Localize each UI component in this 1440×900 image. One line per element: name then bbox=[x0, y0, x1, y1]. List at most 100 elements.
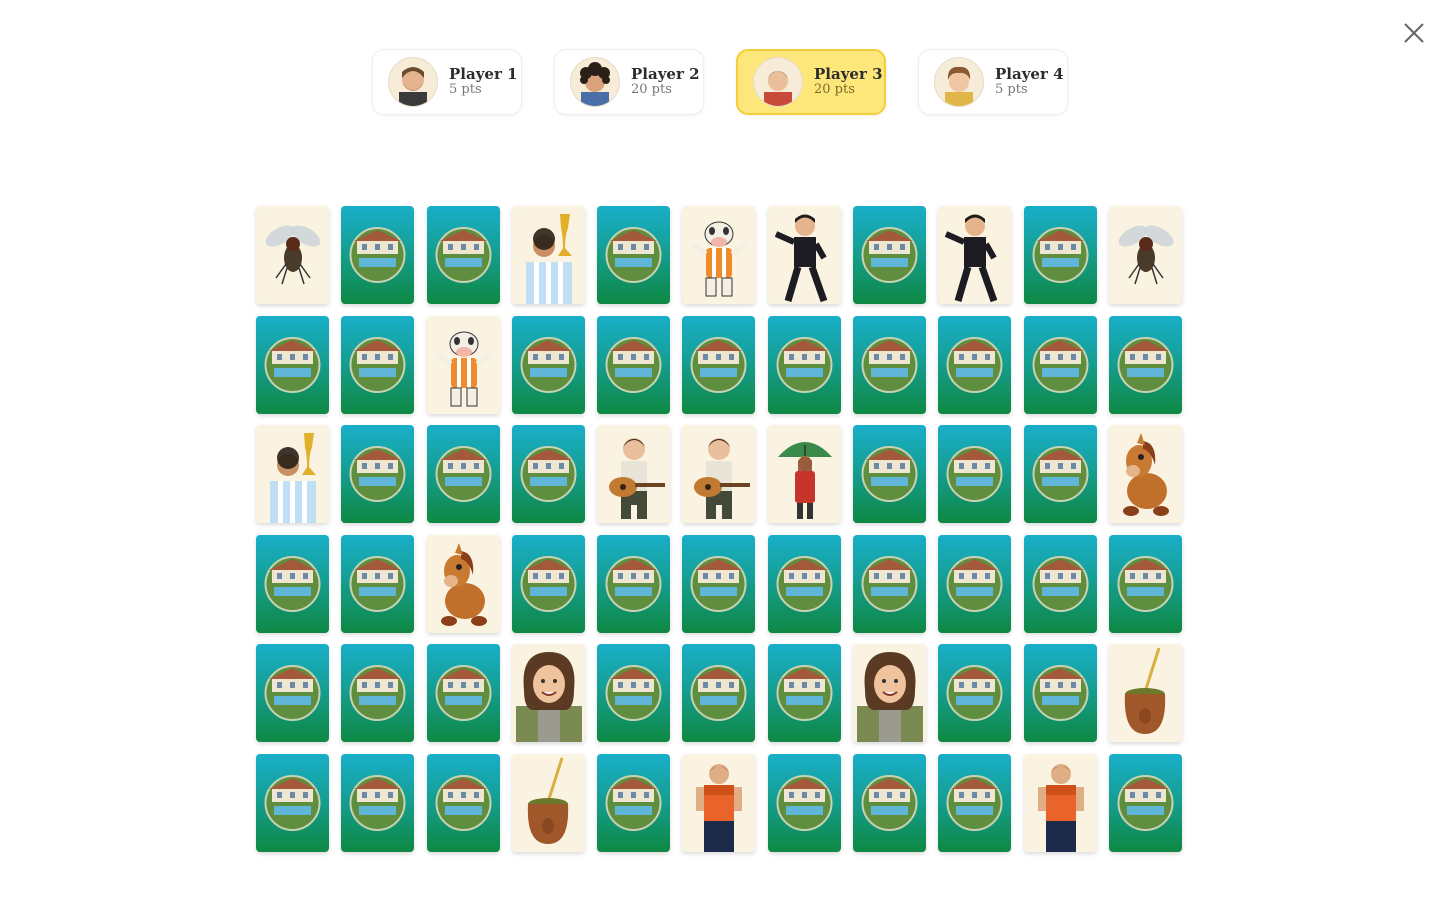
avatar bbox=[570, 57, 620, 107]
house-with-pool-icon bbox=[690, 336, 747, 393]
memory-card-basketball-player[interactable] bbox=[1023, 753, 1097, 852]
memory-card-face-down[interactable] bbox=[1023, 315, 1097, 414]
memory-card-face-down[interactable] bbox=[853, 315, 927, 414]
memory-card-face-down[interactable] bbox=[682, 534, 756, 633]
guitar-boy-icon bbox=[609, 438, 666, 520]
memory-card-face-down[interactable] bbox=[426, 425, 500, 524]
memory-card-guitar-boy[interactable] bbox=[597, 425, 671, 524]
memory-card-black-suit-man[interactable] bbox=[767, 206, 841, 304]
memory-card-face-down[interactable] bbox=[511, 534, 585, 633]
memory-card-face-down[interactable] bbox=[341, 753, 415, 852]
memory-card-face-down[interactable] bbox=[1108, 315, 1182, 414]
memory-card-basketball-player[interactable] bbox=[682, 753, 756, 852]
memory-card-mate-gourd[interactable] bbox=[1108, 644, 1182, 743]
memory-card-face-down[interactable] bbox=[1023, 425, 1097, 524]
memory-card-world-cup-player[interactable] bbox=[511, 206, 585, 304]
memory-card-face-down[interactable] bbox=[256, 644, 329, 743]
house-with-pool-icon bbox=[1032, 336, 1089, 393]
umbrella-woman-icon bbox=[777, 442, 832, 520]
memory-card-face-down[interactable] bbox=[256, 315, 329, 414]
memory-card-face-down[interactable] bbox=[1023, 534, 1097, 633]
player-card-2[interactable]: Player 2 20 pts bbox=[554, 49, 704, 115]
player-card-3[interactable]: Player 3 20 pts bbox=[736, 49, 886, 115]
player-card-1[interactable]: Player 1 5 pts bbox=[372, 49, 522, 115]
memory-card-face-down[interactable] bbox=[597, 534, 671, 633]
memory-card-face-down[interactable] bbox=[597, 315, 671, 414]
house-with-pool-icon bbox=[264, 665, 321, 722]
memory-card-face-down[interactable] bbox=[767, 534, 841, 633]
memory-card-face-down[interactable] bbox=[256, 753, 329, 852]
memory-card-face-down[interactable] bbox=[853, 425, 927, 524]
memory-card-face-down[interactable] bbox=[597, 206, 671, 304]
memory-card-face-down[interactable] bbox=[938, 644, 1012, 743]
memory-card-umbrella-woman[interactable] bbox=[767, 425, 841, 524]
basketball-player-icon bbox=[1037, 763, 1084, 852]
memory-card-face-down[interactable] bbox=[511, 425, 585, 524]
memory-card-plush-horse[interactable] bbox=[426, 534, 500, 633]
house-with-pool-icon bbox=[690, 555, 747, 612]
memory-card-face-down[interactable] bbox=[511, 315, 585, 414]
memory-card-face-down[interactable] bbox=[1108, 753, 1182, 852]
memory-card-face-down[interactable] bbox=[853, 206, 927, 304]
memory-card-face-down[interactable] bbox=[938, 534, 1012, 633]
memory-card-face-down[interactable] bbox=[1023, 644, 1097, 743]
house-with-pool-icon bbox=[946, 665, 1003, 722]
memory-board bbox=[256, 206, 1182, 852]
house-with-pool-icon bbox=[861, 774, 918, 831]
memory-card-black-suit-man[interactable] bbox=[938, 206, 1012, 304]
memory-card-face-down[interactable] bbox=[426, 644, 500, 743]
memory-card-fly[interactable] bbox=[1108, 206, 1182, 304]
memory-card-face-down[interactable] bbox=[853, 534, 927, 633]
memory-card-face-down[interactable] bbox=[1023, 206, 1097, 304]
house-with-pool-icon bbox=[1117, 774, 1174, 831]
cow-mascot-icon bbox=[691, 221, 748, 297]
memory-card-guitar-boy[interactable] bbox=[682, 425, 756, 524]
memory-card-face-down[interactable] bbox=[938, 753, 1012, 852]
memory-card-face-down[interactable] bbox=[682, 315, 756, 414]
player-card-4[interactable]: Player 4 5 pts bbox=[918, 49, 1068, 115]
close-button[interactable] bbox=[1397, 16, 1431, 50]
brown-hair-boy-avatar-icon bbox=[945, 66, 973, 106]
plush-horse-icon bbox=[1122, 433, 1169, 517]
memory-card-face-down[interactable] bbox=[938, 425, 1012, 524]
house-with-pool-icon bbox=[520, 446, 577, 503]
memory-card-face-down[interactable] bbox=[938, 315, 1012, 414]
memory-card-face-down[interactable] bbox=[256, 534, 329, 633]
house-with-pool-icon bbox=[776, 555, 833, 612]
avatar bbox=[934, 57, 984, 107]
house-with-pool-icon bbox=[946, 774, 1003, 831]
memory-card-plush-horse[interactable] bbox=[1108, 425, 1182, 524]
house-with-pool-icon bbox=[861, 227, 918, 283]
plush-horse-icon bbox=[440, 542, 487, 626]
memory-card-cow-mascot[interactable] bbox=[682, 206, 756, 304]
player-name: Player 3 bbox=[814, 65, 883, 83]
fly-icon bbox=[1118, 225, 1174, 285]
memory-card-face-down[interactable] bbox=[341, 206, 415, 304]
memory-card-mate-gourd[interactable] bbox=[511, 753, 585, 852]
memory-card-face-down[interactable] bbox=[767, 753, 841, 852]
smiling-woman-icon bbox=[515, 652, 582, 743]
memory-card-face-down[interactable] bbox=[341, 425, 415, 524]
house-with-pool-icon bbox=[349, 336, 406, 393]
avatar bbox=[388, 57, 438, 107]
memory-card-face-down[interactable] bbox=[426, 206, 500, 304]
memory-card-face-down[interactable] bbox=[426, 753, 500, 852]
memory-card-world-cup-player[interactable] bbox=[256, 425, 329, 524]
memory-card-smiling-woman[interactable] bbox=[853, 644, 927, 743]
memory-card-smiling-woman[interactable] bbox=[511, 644, 585, 743]
memory-card-face-down[interactable] bbox=[341, 315, 415, 414]
house-with-pool-icon bbox=[605, 774, 662, 831]
memory-card-fly[interactable] bbox=[256, 206, 329, 304]
basketball-player-icon bbox=[696, 763, 743, 852]
memory-card-face-down[interactable] bbox=[1108, 534, 1182, 633]
memory-card-face-down[interactable] bbox=[767, 644, 841, 743]
memory-card-face-down[interactable] bbox=[341, 644, 415, 743]
memory-card-face-down[interactable] bbox=[682, 644, 756, 743]
memory-card-face-down[interactable] bbox=[597, 644, 671, 743]
memory-card-face-down[interactable] bbox=[853, 753, 927, 852]
memory-card-face-down[interactable] bbox=[767, 315, 841, 414]
memory-card-cow-mascot[interactable] bbox=[426, 315, 500, 414]
memory-card-face-down[interactable] bbox=[341, 534, 415, 633]
house-with-pool-icon bbox=[946, 446, 1003, 503]
memory-card-face-down[interactable] bbox=[597, 753, 671, 852]
